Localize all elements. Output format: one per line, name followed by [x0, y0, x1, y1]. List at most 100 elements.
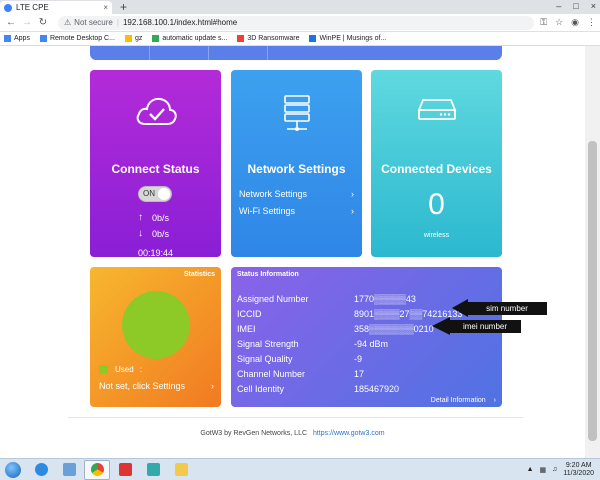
warning-icon: ⚠	[64, 18, 72, 27]
bookmark-winpe[interactable]: WinPE | Musings of...	[309, 35, 386, 42]
chevron-right-icon: ›	[351, 189, 354, 199]
bookmark-remote-desktop[interactable]: Remote Desktop C...	[39, 35, 115, 42]
remote-desktop-icon	[39, 35, 47, 42]
taskbar-desktop[interactable]	[56, 460, 82, 480]
footer-link[interactable]: https://www.gotw3.com	[313, 430, 385, 437]
top-nav-strip	[90, 46, 502, 60]
network-settings-link[interactable]: Network Settings ›	[239, 189, 354, 199]
shield-icon	[237, 35, 245, 42]
nav-divider	[208, 46, 209, 60]
windows-logo-icon	[5, 461, 21, 478]
browser-toolbar: ← → ↻ ⚠ Not secure | 192.168.100.1/index…	[0, 14, 600, 32]
bookmark-apps[interactable]: Apps	[4, 35, 30, 42]
chevron-right-icon: ›	[211, 381, 214, 391]
status-information-card: Status Information Assigned Number 1770▒…	[231, 267, 502, 407]
star-icon[interactable]: ☆	[555, 17, 563, 28]
profile-icon[interactable]: ◉	[571, 17, 579, 28]
footer-text: GotW3 by RevGen Networks, LLC	[200, 430, 308, 437]
usage-legend: Used :	[99, 365, 142, 374]
favicon-icon	[4, 3, 12, 12]
chrome-icon	[90, 463, 104, 476]
bookmark-automatic-update[interactable]: automatic update s...	[152, 35, 227, 42]
bookmark-gz[interactable]: gz	[124, 35, 142, 42]
status-row: Signal Quality -9	[237, 353, 363, 364]
window-close-button[interactable]: ×	[591, 0, 596, 13]
menu-icon[interactable]: ⋮	[587, 17, 596, 28]
page-viewport: Connect Status ON ↑ 0b/s ↓ 0b/s 00:19:44…	[0, 46, 585, 458]
connect-status-card[interactable]: Connect Status ON ↑ 0b/s ↓ 0b/s 00:19:44	[90, 70, 221, 257]
volume-icon[interactable]: ♫	[552, 466, 557, 473]
minimize-button[interactable]: –	[556, 0, 561, 13]
connect-status-title: Connect Status	[111, 162, 200, 176]
close-tab-icon[interactable]: ×	[103, 3, 108, 12]
annotation-arrow-icon	[432, 317, 450, 335]
sim-number-annotation: sim number	[467, 302, 547, 315]
detail-information-link[interactable]: Detail Information ›	[431, 397, 496, 404]
folder-icon	[174, 463, 188, 476]
connected-devices-title: Connected Devices	[381, 162, 492, 176]
cloud-check-icon	[136, 97, 177, 125]
desktop-icon	[62, 463, 76, 476]
apps-grid-icon	[4, 35, 11, 42]
server-icon	[283, 95, 310, 131]
device-count: 0	[428, 188, 445, 221]
tab-strip: LTE CPE × + – □ ×	[0, 0, 600, 14]
router-icon	[417, 99, 456, 120]
windows-taskbar: ▲ ▦ ♫ 9:20 AM 11/3/2020	[0, 458, 600, 480]
footer-divider	[68, 417, 523, 418]
new-tab-button[interactable]: +	[120, 1, 127, 13]
maximize-button[interactable]: □	[573, 0, 578, 13]
address-bar[interactable]: ⚠ Not secure | 192.168.100.1/index.html#…	[58, 15, 535, 30]
ie-icon	[34, 463, 48, 476]
upload-rate-value: 0b/s	[152, 212, 170, 223]
bookmarks-bar: Apps Remote Desktop C... gz automatic up…	[0, 32, 600, 46]
connection-toggle[interactable]: ON	[138, 186, 172, 202]
nav-divider	[149, 46, 150, 60]
taskbar-chrome[interactable]	[84, 459, 110, 480]
forward-arrow-icon[interactable]: →	[20, 17, 34, 28]
status-information-title: Status Information	[237, 271, 299, 278]
usage-pie-chart	[122, 291, 190, 359]
system-tray: ▲ ▦ ♫ 9:20 AM 11/3/2020	[527, 462, 600, 478]
network-icon[interactable]: ▦	[540, 466, 547, 474]
reload-icon[interactable]: ↻	[36, 17, 50, 28]
toggle-label: ON	[143, 189, 155, 198]
taskbar-explorer[interactable]	[168, 460, 194, 480]
used-swatch	[99, 365, 108, 374]
page-footer: GotW3 by RevGen Networks, LLC https://ww…	[0, 430, 585, 437]
connection-time: 00:19:44	[137, 248, 174, 257]
statistics-card: Statistics Used : Not set, click Setting…	[90, 267, 221, 407]
download-rate: ↓ 0b/s	[138, 228, 169, 239]
chevron-right-icon: ›	[493, 397, 496, 404]
url-text: 192.168.100.1/index.html#home	[122, 18, 238, 27]
download-rate-value: 0b/s	[152, 228, 170, 239]
network-settings-title: Network Settings	[247, 162, 346, 176]
tray-arrow-icon[interactable]: ▲	[527, 466, 534, 473]
taskbar-media[interactable]	[140, 460, 166, 480]
toggle-knob	[158, 188, 170, 200]
upload-rate: ↑ 0b/s	[138, 212, 169, 223]
statistics-title: Statistics	[183, 271, 215, 278]
upload-arrow-icon: ↑	[138, 212, 143, 223]
set-statistics-link[interactable]: Not set, click Settings ›	[99, 381, 214, 391]
legend-label: Used	[115, 365, 134, 374]
clock[interactable]: 9:20 AM 11/3/2020	[563, 462, 594, 478]
page-scrollbar[interactable]	[585, 46, 600, 458]
wifi-settings-link[interactable]: Wi-Fi Settings ›	[239, 206, 354, 216]
annotation-arrow-icon	[452, 299, 468, 317]
bookmark-3d-ransomware[interactable]: 3D Ransomware	[237, 35, 299, 42]
status-row: Cell Identity 185467920	[237, 383, 400, 394]
taskbar-app[interactable]	[112, 460, 138, 480]
connected-devices-card[interactable]: Connected Devices 0 wireless	[371, 70, 502, 257]
start-button[interactable]	[0, 460, 26, 480]
app-icon	[118, 463, 132, 476]
network-settings-card[interactable]: Network Settings Network Settings › Wi-F…	[231, 70, 362, 257]
key-icon[interactable]: ⚿	[540, 17, 547, 28]
taskbar-ie[interactable]	[28, 460, 54, 480]
back-arrow-icon[interactable]: ←	[4, 17, 18, 28]
tab-title: LTE CPE	[16, 3, 49, 12]
scrollbar-thumb[interactable]	[588, 141, 597, 441]
browser-tab[interactable]: LTE CPE ×	[0, 1, 112, 14]
device-type-label: wireless	[423, 232, 450, 239]
status-row: Channel Number 17	[237, 368, 365, 379]
